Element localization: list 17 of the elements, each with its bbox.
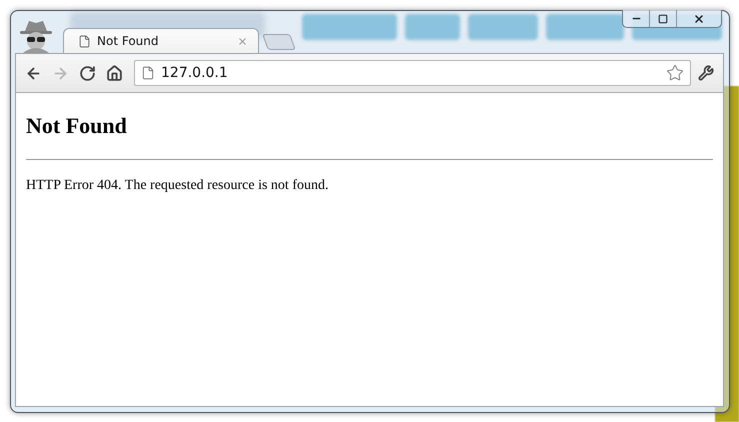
reload-icon (79, 64, 96, 82)
page-icon (78, 34, 91, 48)
back-icon (25, 64, 42, 82)
address-bar[interactable]: 127.0.0.1 (134, 60, 691, 86)
wrench-icon (698, 65, 714, 81)
home-icon (106, 64, 123, 82)
maximize-icon (658, 14, 668, 24)
star-icon[interactable] (666, 64, 684, 82)
blurred-nav-block (405, 14, 460, 40)
close-icon (693, 12, 705, 24)
page-heading: Not Found (26, 113, 128, 139)
forward-icon (52, 64, 69, 82)
blurred-nav-block (468, 14, 538, 40)
error-message: HTTP Error 404. The requested resource is not found. (26, 178, 330, 194)
browser-tab[interactable]: Not Found (63, 28, 259, 53)
page-icon (141, 66, 155, 80)
close-icon[interactable] (237, 36, 248, 46)
